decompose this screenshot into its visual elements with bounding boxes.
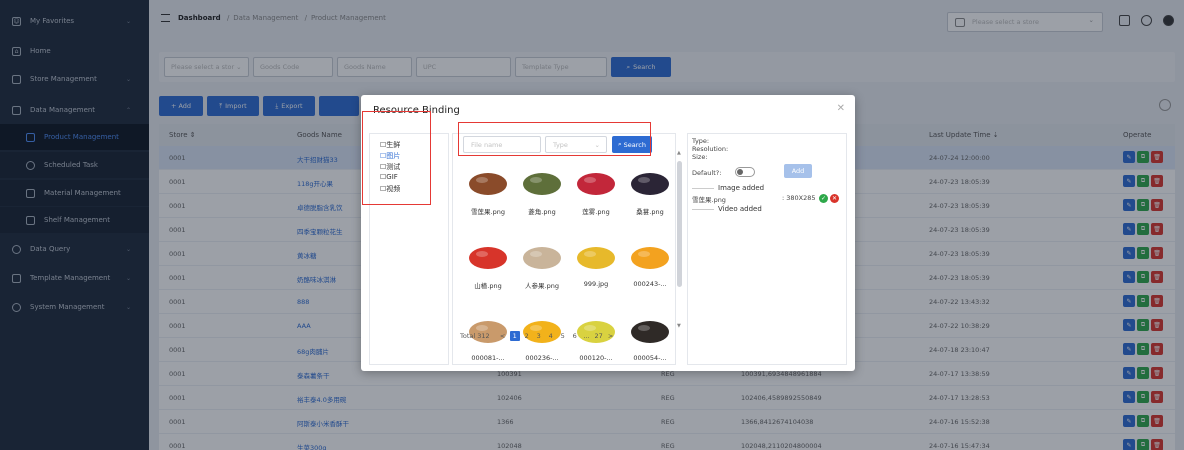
type-label: Type: [692, 137, 710, 145]
scrollbar-thumb[interactable] [677, 161, 682, 287]
pagination-page[interactable]: 5 [558, 331, 568, 341]
check-icon: ✓ [819, 194, 828, 203]
pagination-page[interactable]: 2 [522, 331, 532, 341]
divider [692, 188, 714, 189]
video-added-heading: Video added [718, 205, 762, 213]
image-file-name: 山楂.png [474, 282, 502, 290]
add-resource-button[interactable]: Add [784, 164, 812, 178]
image-file-name: 000081-... [471, 354, 505, 362]
pagination-total: Total 312 [460, 332, 490, 340]
resource-binding-dialog: Resource Binding ✕ ☐生鲜 ☐图片 ☐测试 ☐GIF ☐视频 … [361, 95, 855, 371]
image-thumbnail[interactable] [624, 236, 676, 276]
image-thumbnail[interactable] [462, 236, 514, 276]
resolution-label: Resolution: [692, 145, 729, 153]
image-file-name: 000243-... [633, 280, 667, 288]
close-icon[interactable]: ✕ [837, 103, 845, 114]
pagination-page[interactable]: ... [582, 331, 592, 341]
image-file-name: 000120-... [579, 354, 613, 362]
divider [692, 209, 714, 210]
default-label: Default?: [692, 169, 722, 177]
pagination-page[interactable]: 4 [546, 331, 556, 341]
image-added-heading: Image added [718, 184, 765, 192]
delete-icon[interactable]: ✕ [830, 194, 839, 203]
default-toggle[interactable] [735, 167, 755, 177]
image-browser-scrollbar[interactable]: ▲ ▼ [676, 150, 683, 333]
pagination-prev[interactable]: < [498, 331, 508, 341]
pagination-page[interactable]: 27 [594, 331, 604, 341]
pagination-page[interactable]: 1 [509, 331, 520, 341]
pagination-page[interactable]: 6 [570, 331, 580, 341]
scroll-down-icon: ▼ [677, 323, 681, 329]
image-thumbnail[interactable] [516, 162, 568, 202]
image-file-name: 000054-... [633, 354, 667, 362]
bound-file-name: 雪莲果.png [692, 196, 726, 204]
image-file-name: 桑葚.png [636, 208, 664, 216]
image-file-name: 人参果.png [525, 282, 559, 290]
image-file-name: 000236-... [525, 354, 559, 362]
image-thumbnail[interactable] [570, 236, 622, 276]
search-highlight-box [458, 122, 651, 156]
image-thumbnail[interactable] [570, 162, 622, 202]
pagination: Total 312 < 1 2 3 4 5 6... 27 > [452, 329, 676, 343]
image-thumbnail[interactable] [462, 162, 514, 202]
scroll-up-icon: ▲ [677, 150, 681, 156]
resource-details: Type: Resolution: Size: Default?: Add Im… [687, 133, 847, 365]
image-thumbnail[interactable] [516, 236, 568, 276]
image-file-name: 雪莲果.png [471, 208, 505, 216]
image-thumbnail[interactable] [624, 162, 676, 202]
image-file-name: 莲雾.png [582, 208, 610, 216]
size-label: Size: [692, 153, 708, 161]
bound-file-resolution: : 380X285 [782, 194, 816, 202]
image-file-name: 999.jpg [583, 280, 609, 288]
image-file-name: 菱角.png [528, 208, 556, 216]
pagination-next[interactable]: > [606, 331, 616, 341]
pagination-page[interactable]: 3 [534, 331, 544, 341]
category-highlight-box [362, 111, 431, 205]
